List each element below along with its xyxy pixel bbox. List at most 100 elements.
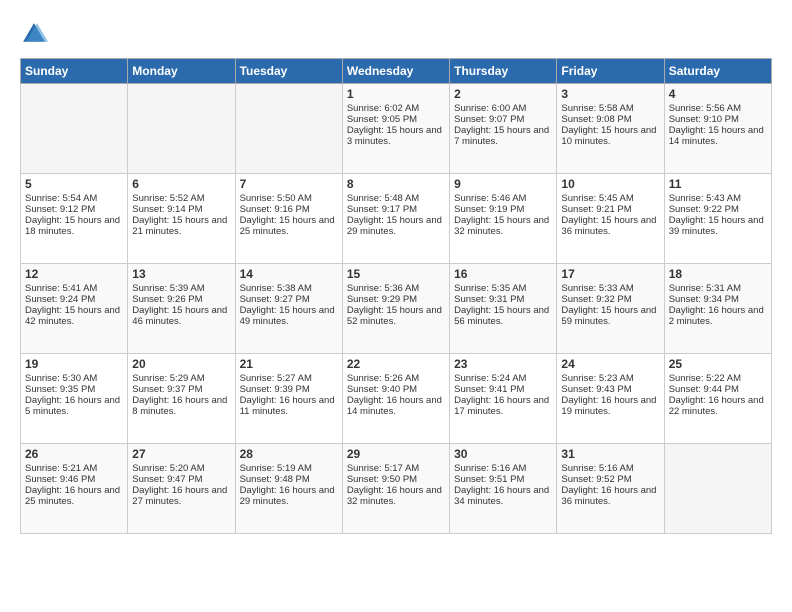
- daylight-text: Daylight: 15 hours and 46 minutes.: [132, 305, 230, 327]
- day-number: 16: [454, 267, 552, 281]
- calendar-cell: 9Sunrise: 5:46 AMSunset: 9:19 PMDaylight…: [450, 174, 557, 264]
- daylight-text: Daylight: 15 hours and 14 minutes.: [669, 125, 767, 147]
- day-number: 1: [347, 87, 445, 101]
- calendar-cell: 26Sunrise: 5:21 AMSunset: 9:46 PMDayligh…: [21, 444, 128, 534]
- page-header: [20, 20, 772, 48]
- sunset-text: Sunset: 9:48 PM: [240, 474, 338, 485]
- sunrise-text: Sunrise: 5:31 AM: [669, 283, 767, 294]
- sunrise-text: Sunrise: 5:38 AM: [240, 283, 338, 294]
- sunset-text: Sunset: 9:37 PM: [132, 384, 230, 395]
- sunrise-text: Sunrise: 5:27 AM: [240, 373, 338, 384]
- daylight-text: Daylight: 16 hours and 34 minutes.: [454, 485, 552, 507]
- sunrise-text: Sunrise: 5:50 AM: [240, 193, 338, 204]
- day-number: 21: [240, 357, 338, 371]
- calendar-body: 1Sunrise: 6:02 AMSunset: 9:05 PMDaylight…: [21, 84, 772, 534]
- daylight-text: Daylight: 16 hours and 27 minutes.: [132, 485, 230, 507]
- daylight-text: Daylight: 15 hours and 3 minutes.: [347, 125, 445, 147]
- calendar-cell: 24Sunrise: 5:23 AMSunset: 9:43 PMDayligh…: [557, 354, 664, 444]
- calendar-cell: 21 Sunrise: 5:27 AMSunset: 9:39 PMDayligh…: [235, 354, 342, 444]
- sunrise-text: Sunrise: 6:02 AM: [347, 103, 445, 114]
- weekday-header: Sunday: [21, 59, 128, 84]
- sunrise-text: Sunrise: 5:43 AM: [669, 193, 767, 204]
- sunrise-text: Sunrise: 5:45 AM: [561, 193, 659, 204]
- daylight-text: Daylight: 16 hours and 14 minutes.: [347, 395, 445, 417]
- calendar-cell: 13Sunrise: 5:39 AMSunset: 9:26 PMDayligh…: [128, 264, 235, 354]
- sunrise-text: Sunrise: 5:58 AM: [561, 103, 659, 114]
- sunrise-text: Sunrise: 5:46 AM: [454, 193, 552, 204]
- calendar-cell: 3Sunrise: 5:58 AMSunset: 9:08 PMDaylight…: [557, 84, 664, 174]
- sunrise-text: Sunrise: 5:33 AM: [561, 283, 659, 294]
- day-number: 15: [347, 267, 445, 281]
- logo: [20, 20, 52, 48]
- logo-icon: [20, 20, 48, 48]
- daylight-text: Daylight: 15 hours and 18 minutes.: [25, 215, 123, 237]
- calendar-cell: 11Sunrise: 5:43 AMSunset: 9:22 PMDayligh…: [664, 174, 771, 264]
- sunrise-text: Sunrise: 5:41 AM: [25, 283, 123, 294]
- calendar-cell: 10Sunrise: 5:45 AMSunset: 9:21 PMDayligh…: [557, 174, 664, 264]
- calendar-cell: 12Sunrise: 5:41 AMSunset: 9:24 PMDayligh…: [21, 264, 128, 354]
- daylight-text: Daylight: 16 hours and 8 minutes.: [132, 395, 230, 417]
- day-number: 13: [132, 267, 230, 281]
- calendar-cell: 25 Sunrise: 5:22 AMSunset: 9:44 PMDayligh…: [664, 354, 771, 444]
- daylight-text: Daylight: 16 hours and 25 minutes.: [25, 485, 123, 507]
- sunset-text: Sunset: 9:14 PM: [132, 204, 230, 215]
- daylight-text: Daylight: 16 hours and 17 minutes.: [454, 395, 552, 417]
- daylight-text: Daylight: 15 hours and 10 minutes.: [561, 125, 659, 147]
- sunset-text: Sunset: 9:17 PM: [347, 204, 445, 215]
- calendar-week-row: 1Sunrise: 6:02 AMSunset: 9:05 PMDaylight…: [21, 84, 772, 174]
- calendar-cell: 17Sunrise: 5:33 AMSunset: 9:32 PMDayligh…: [557, 264, 664, 354]
- daylight-text: Daylight: 16 hours and 36 minutes.: [561, 485, 659, 507]
- sunset-text: Sunset: 9:44 PM: [669, 384, 767, 395]
- day-number: 30: [454, 447, 552, 461]
- sunset-text: Sunset: 9:07 PM: [454, 114, 552, 125]
- sunrise-text: Sunrise: 5:24 AM: [454, 373, 552, 384]
- day-number: 31: [561, 447, 659, 461]
- day-number: 23: [454, 357, 552, 371]
- daylight-text: Daylight: 16 hours and 11 minutes.: [240, 395, 338, 417]
- sunrise-text: Sunrise: 5:22 AM: [669, 373, 767, 384]
- sunrise-text: Sunrise: 5:54 AM: [25, 193, 123, 204]
- day-number: 24: [561, 357, 659, 371]
- calendar-cell: 30Sunrise: 5:16 AMSunset: 9:51 PMDayligh…: [450, 444, 557, 534]
- sunrise-text: Sunrise: 5:35 AM: [454, 283, 552, 294]
- day-number: 26: [25, 447, 123, 461]
- sunset-text: Sunset: 9:05 PM: [347, 114, 445, 125]
- calendar-cell: 2Sunrise: 6:00 AMSunset: 9:07 PMDaylight…: [450, 84, 557, 174]
- sunrise-text: Sunrise: 5:30 AM: [25, 373, 123, 384]
- calendar-week-row: 12 Sunrise: 5:41 AMSunset: 9:24 PM Dayligh…: [21, 264, 772, 354]
- day-number: 3: [561, 87, 659, 101]
- sunset-text: Sunset: 9:26 PM: [132, 294, 230, 305]
- sunrise-text: Sunrise: 5:16 AM: [561, 463, 659, 474]
- calendar-cell: [664, 444, 771, 534]
- day-number: 8: [347, 177, 445, 191]
- daylight-text: Daylight: 15 hours and 25 minutes.: [240, 215, 338, 237]
- daylight-text: Daylight: 15 hours and 32 minutes.: [454, 215, 552, 237]
- day-number: 20: [132, 357, 230, 371]
- sunrise-text: Sunrise: 5:52 AM: [132, 193, 230, 204]
- day-number: 25: [669, 357, 767, 371]
- calendar-week-row: 5Sunrise: 5:54 AMSunset: 9:12 PMDaylight…: [21, 174, 772, 264]
- daylight-text: Daylight: 15 hours and 39 minutes.: [669, 215, 767, 237]
- day-number: 29: [347, 447, 445, 461]
- day-number: 27: [132, 447, 230, 461]
- day-number: 28: [240, 447, 338, 461]
- sunset-text: Sunset: 9:51 PM: [454, 474, 552, 485]
- calendar-cell: 28Sunrise: 5:19 AMSunset: 9:48 PMDayligh…: [235, 444, 342, 534]
- sunset-text: Sunset: 9:29 PM: [347, 294, 445, 305]
- sunrise-text: Sunrise: 6:00 AM: [454, 103, 552, 114]
- calendar-cell: [128, 84, 235, 174]
- sunset-text: Sunset: 9:41 PM: [454, 384, 552, 395]
- day-number: 12: [25, 267, 123, 281]
- daylight-text: Daylight: 16 hours and 22 minutes.: [669, 395, 767, 417]
- sunrise-text: Sunrise: 5:20 AM: [132, 463, 230, 474]
- day-number: 22: [347, 357, 445, 371]
- sunset-text: Sunset: 9:35 PM: [25, 384, 123, 395]
- sunset-text: Sunset: 9:24 PM: [25, 294, 123, 305]
- sunset-text: Sunset: 9:22 PM: [669, 204, 767, 215]
- sunset-text: Sunset: 9:39 PM: [240, 384, 338, 395]
- sunrise-text: Sunrise: 5:56 AM: [669, 103, 767, 114]
- weekday-header: Saturday: [664, 59, 771, 84]
- calendar-cell: 5Sunrise: 5:54 AMSunset: 9:12 PMDaylight…: [21, 174, 128, 264]
- calendar-cell: 7Sunrise: 5:50 AMSunset: 9:16 PMDaylight…: [235, 174, 342, 264]
- sunrise-text: Sunrise: 5:23 AM: [561, 373, 659, 384]
